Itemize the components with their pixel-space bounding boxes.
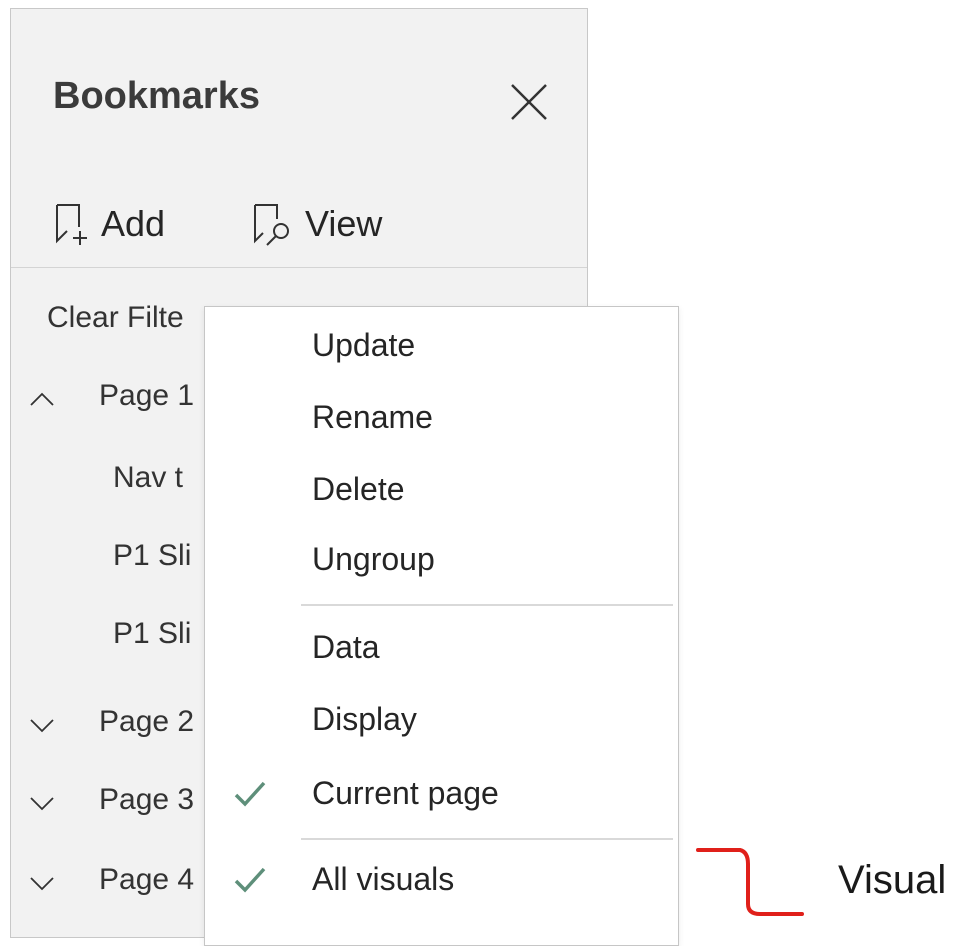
- add-label: Add: [101, 203, 166, 244]
- bookmark-group-page-2[interactable]: Page 2: [99, 705, 194, 739]
- view-bookmark-button[interactable]: View: [251, 199, 382, 249]
- bookmark-group-page-3[interactable]: Page 3: [99, 783, 194, 817]
- checkmark-icon: [234, 781, 266, 807]
- menu-item-data[interactable]: Data: [205, 621, 678, 677]
- close-button[interactable]: [506, 79, 552, 125]
- chevron-down-icon[interactable]: [29, 795, 55, 811]
- menu-item-label: Update: [312, 327, 416, 363]
- toolbar-divider: [11, 267, 587, 268]
- menu-item-label: Display: [312, 701, 417, 737]
- bookmark-item-p1-slicer-a[interactable]: P1 Sli: [113, 539, 191, 573]
- close-icon: [511, 84, 547, 120]
- annotation-bracket: [696, 848, 804, 916]
- menu-item-ungroup[interactable]: Ungroup: [205, 533, 678, 589]
- chevron-down-icon[interactable]: [29, 875, 55, 891]
- menu-item-label: Delete: [312, 471, 405, 507]
- menu-item-label: Ungroup: [312, 541, 435, 577]
- menu-separator: [301, 838, 673, 840]
- pane-title: Bookmarks: [53, 75, 260, 117]
- chevron-down-icon[interactable]: [29, 717, 55, 733]
- view-label: View: [305, 203, 383, 244]
- menu-item-label: Data: [312, 629, 380, 665]
- view-bookmark-icon: [254, 204, 289, 246]
- checkmark-icon: [234, 867, 266, 893]
- bookmark-context-menu: Update Rename Delete Ungroup Data Displa…: [204, 306, 679, 946]
- menu-item-update[interactable]: Update: [205, 319, 678, 375]
- chevron-up-icon[interactable]: [29, 391, 55, 407]
- menu-item-label: Current page: [312, 775, 499, 811]
- bookmark-group-page-1[interactable]: Page 1: [99, 379, 194, 413]
- bookmark-item-clear-filters[interactable]: Clear Filte: [47, 301, 184, 335]
- menu-item-all-visuals[interactable]: All visuals: [205, 853, 678, 909]
- menu-item-current-page[interactable]: Current page: [205, 767, 678, 823]
- menu-item-display[interactable]: Display: [205, 693, 678, 749]
- add-bookmark-button[interactable]: Add: [53, 199, 165, 249]
- bookmark-group-page-4[interactable]: Page 4: [99, 863, 194, 897]
- bookmark-item-p1-slicer-b[interactable]: P1 Sli: [113, 617, 191, 651]
- annotation-label: Visual: [838, 858, 947, 902]
- menu-item-label: All visuals: [312, 861, 455, 897]
- add-bookmark-icon: [56, 204, 87, 245]
- menu-item-label: Rename: [312, 399, 433, 435]
- menu-item-rename[interactable]: Rename: [205, 391, 678, 447]
- menu-separator: [301, 604, 673, 606]
- bookmark-item-nav[interactable]: Nav t: [113, 461, 183, 495]
- menu-item-delete[interactable]: Delete: [205, 463, 678, 519]
